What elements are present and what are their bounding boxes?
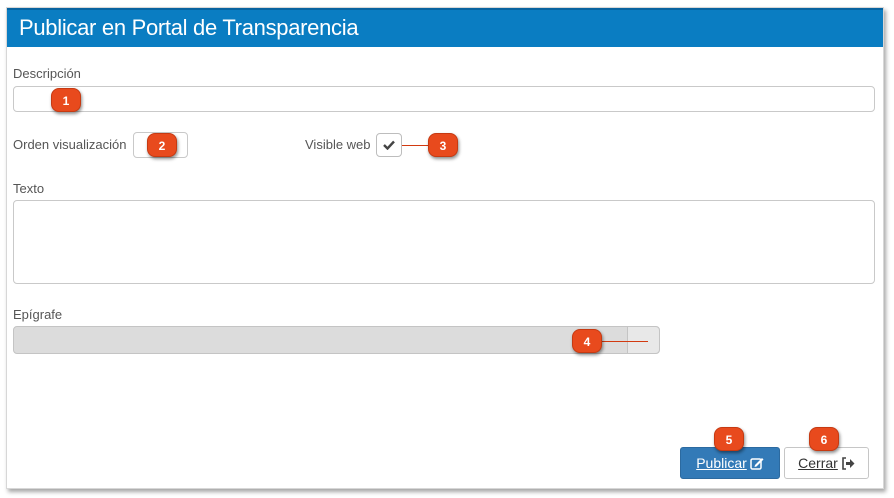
title-bar: Publicar en Portal de Transparencia bbox=[7, 8, 883, 47]
callout-badge-1: 1 bbox=[51, 88, 81, 112]
callout-badge-4: 4 bbox=[572, 329, 602, 353]
epigrafe-input[interactable] bbox=[13, 326, 660, 354]
descripcion-label: Descripción bbox=[13, 66, 81, 81]
callout-badge-2: 2 bbox=[147, 133, 177, 157]
dialog-title: Publicar en Portal de Transparencia bbox=[19, 15, 359, 40]
sign-out-icon bbox=[842, 457, 855, 470]
visible-web-checkbox[interactable] bbox=[376, 133, 402, 157]
callout-badge-3: 3 bbox=[428, 133, 458, 157]
callout-badge-5: 5 bbox=[714, 427, 744, 451]
callout-4-connector bbox=[600, 341, 648, 342]
cerrar-button[interactable]: Cerrar bbox=[784, 447, 869, 479]
descripcion-input[interactable] bbox=[13, 86, 875, 112]
publicar-button[interactable]: Publicar bbox=[680, 447, 780, 479]
texto-textarea[interactable] bbox=[13, 200, 875, 284]
check-icon bbox=[383, 140, 395, 151]
texto-label: Texto bbox=[13, 181, 45, 196]
epigrafe-lookup-button[interactable] bbox=[627, 327, 659, 353]
edit-icon bbox=[750, 458, 764, 470]
epigrafe-label: Epígrafe bbox=[13, 307, 63, 322]
callout-badge-6: 6 bbox=[809, 427, 839, 451]
orden-visualizacion-label: Orden visualización bbox=[13, 137, 127, 152]
visible-web-label: Visible web bbox=[305, 137, 371, 152]
